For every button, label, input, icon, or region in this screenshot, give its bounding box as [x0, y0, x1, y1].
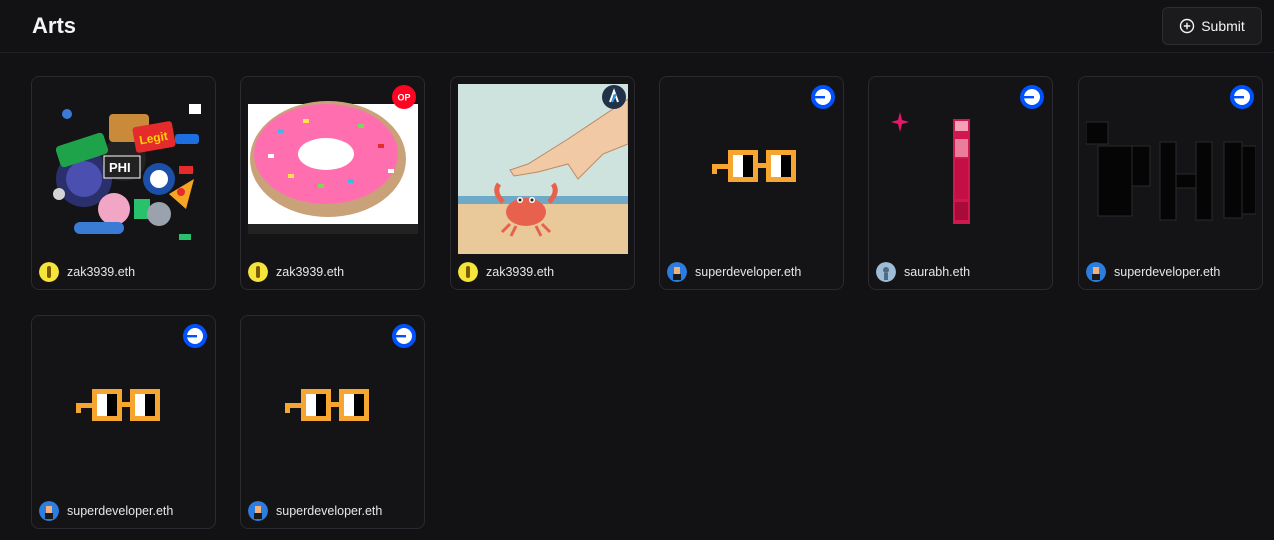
avatar	[39, 501, 59, 521]
art-image[interactable]	[39, 323, 209, 493]
avatar	[248, 501, 268, 521]
art-card[interactable]: superdeveloper.eth	[1078, 76, 1263, 290]
creator[interactable]: saurabh.eth	[876, 262, 970, 282]
creator-name: superdeveloper.eth	[695, 265, 802, 279]
svg-text:OP: OP	[397, 93, 410, 103]
creator[interactable]: zak3939.eth	[458, 262, 554, 282]
page-header: Arts Submit	[0, 0, 1274, 53]
art-image[interactable]	[458, 84, 628, 254]
base-badge-icon	[1230, 85, 1254, 109]
avatar	[39, 262, 59, 282]
creator[interactable]: zak3939.eth	[248, 262, 344, 282]
avatar	[667, 262, 687, 282]
plus-circle-icon	[1179, 18, 1195, 34]
creator[interactable]: superdeveloper.eth	[39, 501, 173, 521]
art-image[interactable]: Legit PHI	[39, 84, 209, 254]
art-card[interactable]: saurabh.eth	[868, 76, 1053, 290]
creator-name: zak3939.eth	[276, 265, 345, 279]
creator-name: superdeveloper.eth	[1114, 265, 1221, 279]
art-image[interactable]	[248, 323, 418, 493]
art-card[interactable]: OP zak3939.eth	[240, 76, 425, 290]
art-card[interactable]: superdeveloper.eth	[31, 315, 216, 529]
avatar	[248, 262, 268, 282]
creator[interactable]: superdeveloper.eth	[248, 501, 382, 521]
page-title: Arts	[32, 13, 77, 38]
creator[interactable]: superdeveloper.eth	[667, 262, 801, 282]
art-image[interactable]	[667, 84, 837, 254]
art-card[interactable]: superdeveloper.eth	[659, 76, 844, 290]
creator-name: zak3939.eth	[67, 265, 136, 279]
art-card[interactable]: superdeveloper.eth	[240, 315, 425, 529]
creator[interactable]: superdeveloper.eth	[1086, 262, 1220, 282]
avatar	[876, 262, 896, 282]
arbitrum-badge-icon	[602, 85, 626, 109]
submit-label: Submit	[1201, 18, 1245, 34]
art-image[interactable]	[248, 84, 418, 254]
art-card[interactable]: Legit PHI zak3939.eth	[31, 76, 216, 290]
avatar	[458, 262, 478, 282]
creator[interactable]: zak3939.eth	[39, 262, 135, 282]
base-badge-icon	[392, 324, 416, 348]
base-badge-icon	[811, 85, 835, 109]
submit-button[interactable]: Submit	[1162, 7, 1262, 45]
optimism-badge-icon: OP	[392, 85, 416, 109]
art-image[interactable]	[876, 84, 1046, 254]
creator-name: superdeveloper.eth	[276, 504, 383, 518]
base-badge-icon	[183, 324, 207, 348]
creator-name: saurabh.eth	[904, 265, 971, 279]
base-badge-icon	[1020, 85, 1044, 109]
svg-text:PHI: PHI	[109, 160, 131, 175]
art-card[interactable]: zak3939.eth	[450, 76, 635, 290]
art-image[interactable]	[1086, 84, 1256, 254]
avatar	[1086, 262, 1106, 282]
creator-name: zak3939.eth	[486, 265, 555, 279]
creator-name: superdeveloper.eth	[67, 504, 174, 518]
